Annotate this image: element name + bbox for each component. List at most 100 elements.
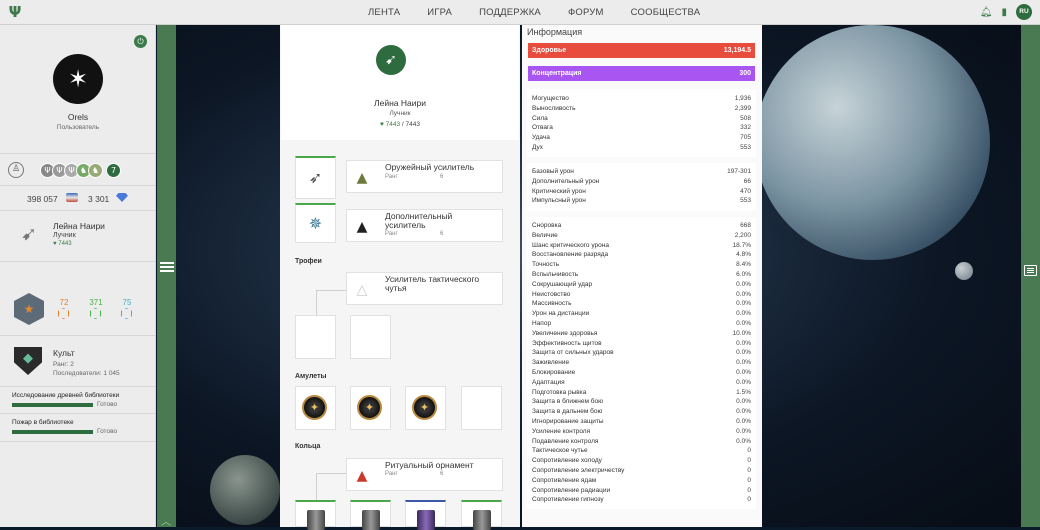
rank-badge-icon[interactable]: ★ xyxy=(14,293,44,325)
concentration-value: 300 xyxy=(739,70,751,77)
stat-row: Урон на дистанции 0.0% xyxy=(532,309,751,318)
stat-value: 0.0% xyxy=(736,427,751,435)
stat-value: 6.0% xyxy=(736,271,751,278)
chevron-up-icon[interactable]: ︿ xyxy=(156,513,176,528)
stat-row: Защита от сильных ударов 0.0% xyxy=(532,348,751,357)
stat-row: Адаптация 0.0% xyxy=(532,378,751,387)
item-rank-label: Ранг xyxy=(385,174,398,180)
character-level: ♥ 7443 xyxy=(53,241,72,247)
stat-row: Защита в дальнем бою 0.0% xyxy=(532,407,751,416)
stat-value: 8.4% xyxy=(736,261,751,269)
stat-label: Тактическое чутье xyxy=(532,447,588,455)
logo-icon[interactable]: Ψ xyxy=(6,3,24,21)
offhand-slot[interactable]: ✵ xyxy=(295,203,336,243)
stat-label: Неистовство xyxy=(532,290,571,298)
info-title: Информация xyxy=(527,27,583,37)
stat-value: 0 xyxy=(747,447,751,455)
nav-feed[interactable]: Лента xyxy=(368,7,400,18)
chat-icon[interactable] xyxy=(1024,265,1037,276)
stat-row: Отвага 332 xyxy=(532,123,751,132)
stat-label: Сопротивление ядам xyxy=(532,476,597,484)
silver-amount: 398 057 xyxy=(27,194,58,204)
stat-row: Подготовка рывка 1.5% xyxy=(532,388,751,397)
stat-label: Урон на дистанции xyxy=(532,310,590,318)
amulet-slot[interactable]: ✦ xyxy=(405,386,446,430)
stat-row: Величие 2,200 xyxy=(532,231,751,240)
rank-triangle-icon: ▲ xyxy=(356,219,368,235)
trophy-slot-empty[interactable] xyxy=(295,315,336,359)
archer-class-icon[interactable]: ➹ xyxy=(16,221,42,247)
connector-line xyxy=(316,290,317,315)
stat-row: Подавление контроля 0.0% xyxy=(532,437,751,446)
item-rank-value: 6 xyxy=(440,471,444,477)
stat-value: 0.0% xyxy=(736,369,751,376)
nav-forum[interactable]: Форум xyxy=(568,7,604,18)
party-member-icon[interactable]: ♞ xyxy=(88,163,103,178)
ring-slot[interactable] xyxy=(350,500,391,530)
stat-label: Напор xyxy=(532,320,552,327)
character-icon[interactable]: ♙ xyxy=(8,162,24,178)
power-icon[interactable]: ⏻ xyxy=(134,35,147,48)
item-title: усилитель xyxy=(385,220,426,230)
weapon-slot[interactable]: ➶ xyxy=(295,156,336,199)
amulet-slot[interactable]: ✦ xyxy=(295,386,336,430)
stat-row: Сопротивление ядам 0 xyxy=(532,476,751,485)
amulet-slot[interactable]: ✦ xyxy=(350,386,391,430)
ring-slot[interactable] xyxy=(461,500,502,530)
divider xyxy=(0,441,156,442)
nav-game[interactable]: Игра xyxy=(427,7,452,18)
nav-communities[interactable]: Сообщества xyxy=(631,7,701,18)
stat-value: 1.5% xyxy=(736,388,751,396)
party-count-badge[interactable]: 7 xyxy=(106,163,121,178)
cult-followers: Последователи: 1 045 xyxy=(53,370,120,377)
cult-name[interactable]: Культ xyxy=(53,348,75,358)
resource-green-value: 371 xyxy=(89,298,103,307)
quest-title[interactable]: Пожар в библиотеке xyxy=(12,419,74,426)
bookmark-icon[interactable]: ▮ xyxy=(1001,7,1007,18)
hero-name: Лейна Наири xyxy=(374,98,426,108)
bell-icon[interactable]: 🔔︎ xyxy=(980,7,993,18)
stat-value: 66 xyxy=(743,177,751,185)
ring-slot[interactable] xyxy=(405,500,446,530)
stat-label: Импульсный урон xyxy=(532,197,586,205)
main-nav: Лента Игра Поддержка Форум Сообщества xyxy=(368,0,727,25)
divider xyxy=(0,153,156,154)
stat-label: Массивность xyxy=(532,300,572,308)
resource-blue-value: 75 xyxy=(122,298,132,307)
stat-label: Величие xyxy=(532,231,558,239)
amulet-slot-empty[interactable] xyxy=(461,386,502,430)
divider xyxy=(0,413,156,414)
quest-title[interactable]: Исследование древней библиотеки xyxy=(12,392,119,399)
quest-progress-bar xyxy=(12,430,93,434)
avatar[interactable]: ✶ xyxy=(53,54,103,104)
amulet-icon: ✦ xyxy=(357,395,382,420)
username[interactable]: Orels xyxy=(0,112,156,122)
concentration-label: Концентрация xyxy=(532,70,582,77)
stat-label: Дух xyxy=(532,144,544,151)
ring-slot[interactable] xyxy=(295,500,336,530)
item-rank-label: Ранг xyxy=(385,231,398,237)
trophy-slot-empty[interactable] xyxy=(350,315,391,359)
language-button[interactable]: RU xyxy=(1016,4,1032,20)
star-emblem-icon: ✵ xyxy=(308,214,323,233)
rank-triangle-icon: △ xyxy=(356,282,368,298)
stat-value: 0.0% xyxy=(736,280,751,288)
divider xyxy=(0,386,156,387)
nav-support[interactable]: Поддержка xyxy=(479,7,541,18)
stat-label: Подготовка рывка xyxy=(532,388,587,396)
stat-label: Увеличение здоровья xyxy=(532,329,598,337)
menu-icon[interactable] xyxy=(160,262,174,272)
character-name[interactable]: Лейна Наири xyxy=(53,221,105,231)
cult-emblem-icon[interactable]: ◆ xyxy=(14,347,42,375)
ring-title: Ритуальный орнамент xyxy=(385,460,474,470)
connector-line xyxy=(316,473,346,474)
canister-icon xyxy=(307,510,325,530)
stat-label: Игнорирование защиты xyxy=(532,418,604,425)
stat-label: Сопротивление холоду xyxy=(532,457,602,465)
stat-row: Могущество 1,936 xyxy=(532,94,751,103)
divider xyxy=(0,261,156,262)
user-role: Пользователь xyxy=(56,124,100,131)
stat-value: 0.0% xyxy=(736,290,751,298)
canister-icon xyxy=(362,510,380,530)
stat-value: 0 xyxy=(747,486,751,494)
